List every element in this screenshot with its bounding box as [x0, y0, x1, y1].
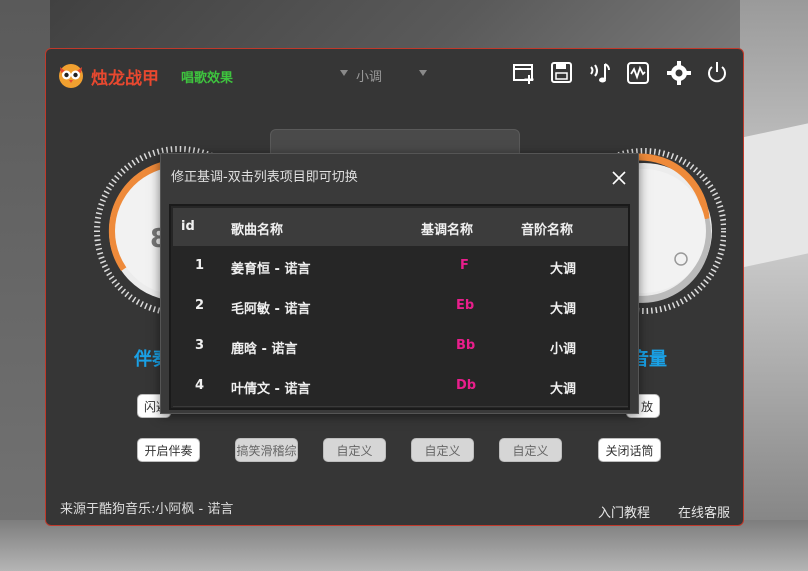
gear-icon[interactable] [666, 60, 692, 86]
background-left [0, 0, 50, 571]
music-note-icon[interactable] [587, 60, 613, 86]
table-row[interactable]: 3 鹿晗 - 诺言 Bb 小调 [173, 326, 628, 367]
row-key: Bb [456, 338, 476, 353]
key-select-dropdown[interactable]: 小调 [336, 66, 431, 85]
custom-button-1[interactable]: 自定义 [323, 438, 386, 462]
row-song: 鹿晗 - 诺言 [231, 342, 298, 357]
key-correction-dialog: 修正基调-双击列表项目即可切换 id 歌曲名称 基调名称 音阶名称 1 姜育恒 … [160, 153, 639, 414]
support-link[interactable]: 在线客服 [678, 502, 730, 521]
row-key: F [460, 258, 469, 273]
start-accompaniment-button[interactable]: 开启伴奏 [137, 438, 200, 462]
row-song: 叶倩文 - 诺言 [231, 382, 311, 397]
background-right [740, 0, 808, 571]
table-header: id 歌曲名称 基调名称 音阶名称 [173, 208, 628, 246]
background-bottom [0, 520, 808, 571]
table-row[interactable]: 1 姜育恒 - 诺言 F 大调 [173, 246, 628, 287]
column-header-scale[interactable]: 音阶名称 [521, 219, 573, 238]
row-key: Db [456, 378, 477, 393]
row-key: Eb [456, 298, 475, 313]
funny-effect-button[interactable]: 搞笑滑稽综 [235, 438, 298, 462]
key-select-value: 小调 [356, 70, 383, 85]
singing-effect-menu[interactable]: 唱歌效果 [181, 67, 233, 86]
row-scale: 大调 [550, 262, 577, 277]
equalizer-icon[interactable] [625, 60, 651, 86]
chevron-down-icon [340, 70, 348, 76]
row-id: 4 [195, 378, 205, 393]
row-song: 姜育恒 - 诺言 [231, 262, 311, 277]
row-id: 3 [195, 338, 205, 353]
power-icon[interactable] [704, 60, 730, 86]
song-key-table: id 歌曲名称 基调名称 音阶名称 1 姜育恒 - 诺言 F 大调 2 毛阿敏 … [169, 204, 630, 410]
close-icon[interactable] [612, 170, 626, 185]
row-scale: 大调 [550, 302, 577, 317]
custom-button-2[interactable]: 自定义 [411, 438, 474, 462]
save-icon[interactable] [549, 60, 575, 86]
chevron-down-icon [419, 70, 427, 76]
column-header-id[interactable]: id [181, 219, 195, 234]
row-id: 2 [195, 298, 205, 313]
row-scale: 大调 [550, 382, 577, 397]
table-row[interactable]: 4 叶倩文 - 诺言 Db 大调 [173, 366, 628, 407]
row-id: 1 [195, 258, 205, 273]
column-header-key[interactable]: 基调名称 [421, 219, 473, 238]
app-title: 烛龙战甲 [91, 69, 159, 89]
tutorial-link[interactable]: 入门教程 [598, 502, 650, 521]
add-window-icon[interactable] [511, 60, 537, 86]
source-info: 来源于酷狗音乐:小阿枫 - 诺言 [60, 502, 234, 517]
custom-button-3[interactable]: 自定义 [499, 438, 562, 462]
background-right-highlight [742, 122, 808, 268]
row-scale: 小调 [550, 342, 577, 357]
table-row[interactable]: 2 毛阿敏 - 诺言 Eb 大调 [173, 286, 628, 327]
dialog-title: 修正基调-双击列表项目即可切换 [171, 170, 358, 185]
row-song: 毛阿敏 - 诺言 [231, 302, 311, 317]
close-mic-button[interactable]: 关闭话筒 [598, 438, 661, 462]
owl-logo-icon [57, 61, 85, 89]
column-header-song[interactable]: 歌曲名称 [231, 219, 283, 238]
